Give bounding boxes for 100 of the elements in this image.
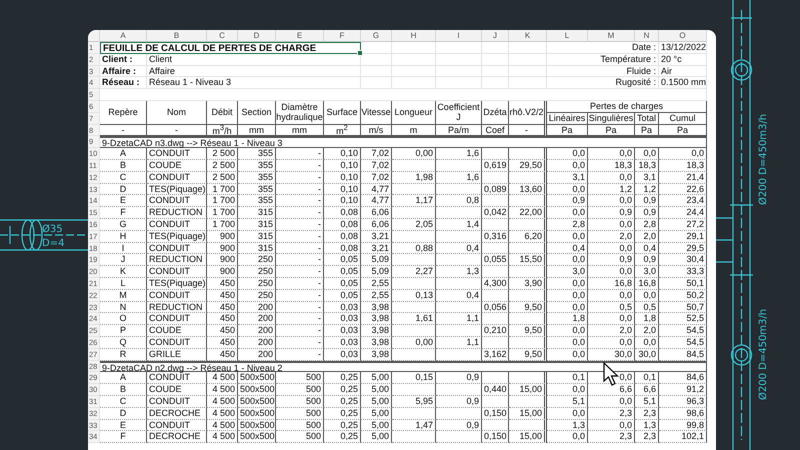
column-letter[interactable]: D [238,30,276,42]
table-cell: 5,00 [361,420,392,432]
table-cell: 2,0 [635,230,659,243]
table-cell: 355 [238,195,276,208]
table-cell: - [276,172,324,184]
table-cell: 1,61 [392,313,436,326]
table-cell: 2,0 [635,325,659,337]
column-letter[interactable]: H [392,30,436,42]
column-header: Total [635,112,659,125]
table-cell: 3,98 [361,302,392,314]
empty-cell [392,184,436,196]
table-cell: 4 500 [207,396,238,408]
table-cell: O [100,313,147,326]
table-cell: 0,9 [588,254,635,266]
unit-cell: m$^{2}$ [324,124,361,136]
empty-cell [436,66,482,78]
section-title: 9-DzetaCAD n3.dwg --> Réseau 1 - Niveau 3 [100,136,707,148]
table-cell: 5,95 [392,396,436,408]
pipe-label: Ø35 [42,224,63,235]
sheet-title[interactable]: FEUILLE DE CALCUL DE PERTES DE CHARGE [100,42,361,54]
table-cell: 0,1 [635,372,659,384]
empty-cell [392,207,436,219]
empty-cell [392,77,436,90]
table-cell: 0,10 [324,184,361,196]
table-cell: 500 [276,431,324,444]
pipe-label: D=4 [42,238,64,249]
table-cell: 23,4 [659,195,707,208]
table-cell: 900 [207,266,238,278]
table-cell: TES(Piquage) [147,278,207,290]
table-cell: 0,619 [482,160,509,172]
column-letter[interactable]: K [509,30,547,42]
column-letter[interactable]: J [482,30,509,42]
empty-cell [436,42,482,54]
table-cell: 50,7 [659,302,707,314]
empty-cell [392,348,436,361]
table-cell: - [276,336,324,349]
empty-cell [436,408,482,420]
column-letter[interactable]: L [547,30,588,42]
column-letter[interactable]: O [659,30,707,42]
select-all-corner[interactable] [88,30,100,42]
table-cell: 315 [238,230,276,243]
table-cell: 355 [238,184,276,196]
empty-cell [509,77,547,90]
table-cell: 1,1 [436,336,482,349]
table-cell: 0,0 [547,302,588,314]
column-letter[interactable]: N [635,30,659,42]
table-cell: 0,5 [635,302,659,314]
table-cell: 200 [238,336,276,349]
table-cell: 0,05 [324,254,361,266]
column-letter[interactable]: C [207,30,238,42]
table-cell: C [100,396,147,408]
column-letter[interactable]: A [100,30,147,42]
table-cell: 30,0 [635,348,659,361]
table-cell: CONDUIT [147,396,207,408]
table-cell: 6,06 [361,207,392,219]
table-cell: 500x500 [238,384,276,396]
table-cell: 0,0 [635,336,659,349]
table-cell: 0,0 [588,242,635,254]
column-letter[interactable]: F [324,30,361,42]
table-cell: 2 500 [207,172,238,184]
column-letter[interactable]: G [361,30,392,42]
table-cell: 2,3 [635,408,659,420]
table-cell: - [276,254,324,266]
table-cell: 2,0 [588,325,635,337]
field-value: Réseau 1 - Niveau 3 [147,77,361,90]
table-cell: 0,25 [324,420,361,432]
column-letter[interactable]: I [436,30,482,42]
table-cell: 500x500 [238,431,276,444]
empty-cell [436,348,482,361]
unit-cell: Pa [635,124,659,136]
table-cell: 0,1 [547,372,588,384]
table-cell: 200 [238,302,276,314]
table-cell: 200 [238,348,276,361]
table-cell: CONDUIT [147,372,207,384]
table-cell: 1,8 [547,313,588,326]
empty-cell [509,242,547,254]
table-cell: 1,1 [436,313,482,326]
table-cell: G [100,218,147,231]
column-letter[interactable]: B [147,30,207,42]
table-cell: M [100,290,147,302]
unit-cell: Pa [547,124,588,136]
empty-cell [482,54,509,66]
field-value: 13/12/2022 [659,42,707,54]
table-cell: J [100,254,147,266]
table-cell: 84,6 [659,372,707,384]
table-cell: N [100,302,147,314]
table-cell: 54,5 [659,336,707,349]
table-cell: 27,2 [659,218,707,231]
table-cell: REDUCTION [147,207,207,219]
field-value: Affaire [147,66,361,78]
table-cell: E [100,420,147,432]
table-cell: 0,0 [635,148,659,160]
table-cell: - [276,313,324,326]
table-cell: 0,13 [392,290,436,302]
empty-cell [482,77,509,90]
table-cell: 500 [276,372,324,384]
column-letter[interactable]: E [276,30,324,42]
column-letter[interactable]: M [588,30,635,42]
empty-cell [436,325,482,337]
empty-cell [361,77,392,90]
